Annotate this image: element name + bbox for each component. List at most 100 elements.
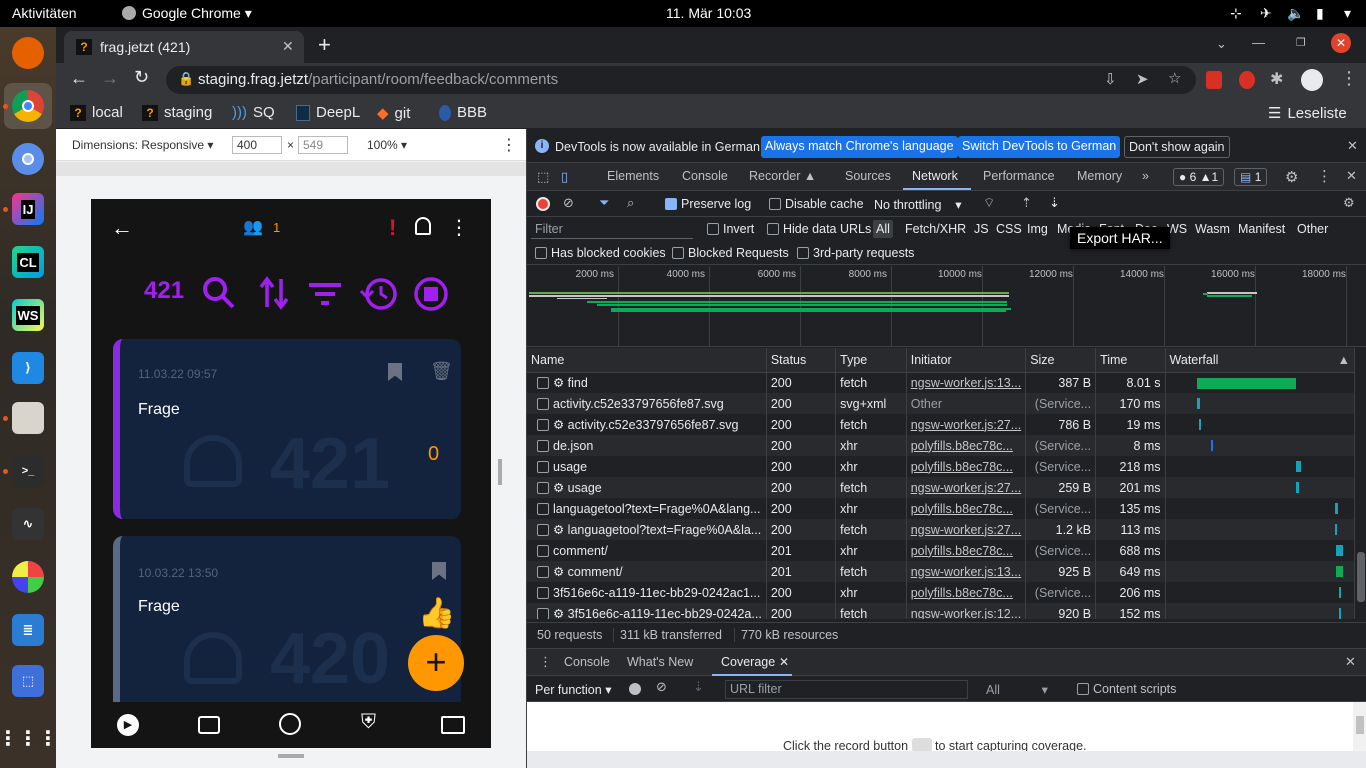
request-name[interactable]: ⚙ usage [527,477,767,498]
request-initiator[interactable]: polyfills.b8ec78c... [906,582,1027,603]
network-settings-icon[interactable]: ⚙ [1343,195,1355,211]
alert-icon[interactable]: ! [389,215,396,241]
search-icon[interactable] [201,275,237,311]
preserve-log-checkbox[interactable]: Preserve log [665,197,751,211]
back-icon[interactable]: ← [70,68,88,89]
width-input[interactable]: 400 [232,136,282,154]
request-initiator[interactable]: polyfills.b8ec78c... [906,456,1027,477]
request-initiator[interactable]: polyfills.b8ec78c... [906,435,1027,456]
reading-list[interactable]: ☰ Leseliste [1268,104,1347,123]
request-name[interactable]: comment/ [527,540,767,561]
hide-data-urls-checkbox[interactable]: Hide data URLs [767,222,871,236]
color-picker-icon[interactable] [12,561,44,593]
tab-search-icon[interactable]: ⌄ [1216,36,1227,52]
col-time[interactable]: Time [1095,348,1166,373]
request-name[interactable]: ⚙ activity.c52e33797656fe87.svg [527,414,767,435]
disable-cache-checkbox[interactable]: Disable cache [769,197,864,211]
zoom-select[interactable]: 100% ▾ [367,138,407,152]
type-filter-wasm[interactable]: Wasm [1195,222,1230,236]
request-name[interactable]: ⚙ languagetool?text=Frage%0A&la... [527,519,767,540]
blocked-requests-checkbox[interactable]: Blocked Requests [672,246,789,260]
table-row[interactable]: ⚙ find 200 fetch ngsw-worker.js:13... 387 B8… [527,372,1356,393]
terminal-icon[interactable]: >_ [12,455,44,487]
tab-frag-jetzt[interactable]: ? frag.jetzt (421) ✕ [64,31,304,63]
request-name[interactable]: de.json [527,435,767,456]
table-row[interactable]: ⚙ usage 200 fetch ngsw-worker.js:27... 259 B… [527,477,1356,498]
intellij-icon[interactable]: IJ [12,193,44,225]
new-tab-icon[interactable]: + [318,32,331,58]
close-window-icon[interactable]: ✕ [1331,33,1351,53]
col-name[interactable]: Name [527,348,767,373]
table-scrollbar[interactable] [1355,372,1366,619]
type-filter-manifest[interactable]: Manifest [1238,222,1285,236]
coverage-scrollbar[interactable] [1353,702,1366,751]
reload-icon[interactable]: ↻ [134,67,149,88]
document-viewer-icon[interactable]: ≣ [12,614,44,646]
filter-funnel-icon[interactable]: ⏷ [599,195,609,211]
close-coverage-icon[interactable]: ✕ [779,655,789,669]
type-filter-other[interactable]: Other [1297,222,1328,236]
history-icon[interactable] [359,275,399,313]
tab-elements[interactable]: Elements [607,169,659,183]
tab-performance[interactable]: Performance [983,169,1055,183]
bookmark-icon[interactable] [388,363,402,381]
tab-close-icon[interactable]: ✕ [282,38,294,55]
bookmark-local[interactable]: ? local [70,104,123,121]
webstorm-icon[interactable]: WS [12,299,44,331]
extension-icon[interactable] [1239,71,1255,89]
drawer-tab-coverage[interactable]: Coverage [721,655,775,669]
invert-checkbox[interactable]: Invert [707,222,754,236]
maximize-icon[interactable]: ❐ [1296,36,1306,49]
close-devtools-icon[interactable]: ✕ [1346,168,1357,184]
drawer-tab-whats-new[interactable]: What's New [627,655,693,669]
send-icon[interactable]: ➤ [1136,70,1149,88]
request-name[interactable]: activity.c52e33797656fe87.svg [527,393,767,414]
device-menu-icon[interactable]: ⋮ [501,135,517,155]
table-row[interactable]: de.json 200 xhr polyfills.b8ec78c... (Servic… [527,435,1356,456]
files-icon[interactable] [12,402,44,434]
request-name[interactable]: languagetool?text=Frage%0A&lang... [527,498,767,519]
request-initiator[interactable]: polyfills.b8ec78c... [906,540,1027,561]
request-initiator[interactable]: ngsw-worker.js:27... [906,477,1027,498]
table-row[interactable]: usage 200 xhr polyfills.b8ec78c... (Service.… [527,456,1356,477]
customize-menu-icon[interactable]: ⋮ [1317,167,1332,185]
bookmark-star-icon[interactable]: ☆ [1168,69,1181,87]
lock-icon[interactable]: 🔒 [178,71,194,87]
network-icon[interactable]: ⊹ [1230,5,1242,22]
resize-handle-bottom[interactable] [278,754,304,758]
request-name[interactable]: ⚙ find [527,372,767,393]
back-arrow-icon[interactable]: ← [111,215,133,241]
chromium-icon[interactable] [12,143,44,175]
table-row[interactable]: ⚙ comment/201 fetch ngsw-worker.js:13... 92… [527,561,1356,582]
language-icon[interactable] [279,713,301,735]
tab-memory[interactable]: Memory [1077,169,1122,183]
drawer-tab-console[interactable]: Console [564,655,610,669]
tab-network[interactable]: Network [912,169,958,183]
address-bar[interactable]: 🔒 staging.frag.jetzt/participant/room/fe… [166,66,1196,94]
more-panels-icon[interactable]: » [1142,169,1149,183]
inspect-icon[interactable]: ⬚ [537,169,549,185]
type-filter-css[interactable]: CSS [996,222,1022,236]
network-conditions-icon[interactable]: ⌔ [983,195,995,211]
export-har-icon[interactable]: ⇣ [1049,195,1060,211]
table-row[interactable]: ⚙ 3f516e6c-a119-11ec-bb29-0242a... 200 fet… [527,603,1356,619]
col-waterfall[interactable]: Waterfall ▲ [1165,348,1356,373]
type-filter-js[interactable]: JS [974,222,989,236]
bookmark-sq[interactable]: ))) SQ [232,104,275,121]
type-filter-img[interactable]: Img [1027,222,1048,236]
add-comment-button[interactable]: + [408,635,464,691]
height-input[interactable]: 549 [298,136,348,154]
blocked-cookies-checkbox[interactable]: Has blocked cookies [535,246,666,260]
messages-counter[interactable]: ▤ 1 [1234,168,1268,186]
timeline-overview[interactable]: 2000 ms 4000 ms 6000 ms 8000 ms 10000 ms 1200… [527,266,1366,347]
request-name[interactable]: 3f516e6c-a119-11ec-bb29-0242ac1... [527,582,767,603]
extensions-puzzle-icon[interactable]: ✱ [1270,69,1283,89]
clion-icon[interactable]: CL [12,246,44,278]
bookmark-icon[interactable] [432,562,446,580]
sort-icon[interactable] [259,275,289,311]
install-icon[interactable]: ⇩ [1104,70,1117,88]
throttling-select[interactable]: No throttling ▾ [874,197,962,212]
type-filter-fetch-xhr[interactable]: Fetch/XHR [905,222,966,236]
stop-circle-icon[interactable] [413,276,449,312]
export-coverage-icon[interactable]: ⇣ [693,679,704,695]
